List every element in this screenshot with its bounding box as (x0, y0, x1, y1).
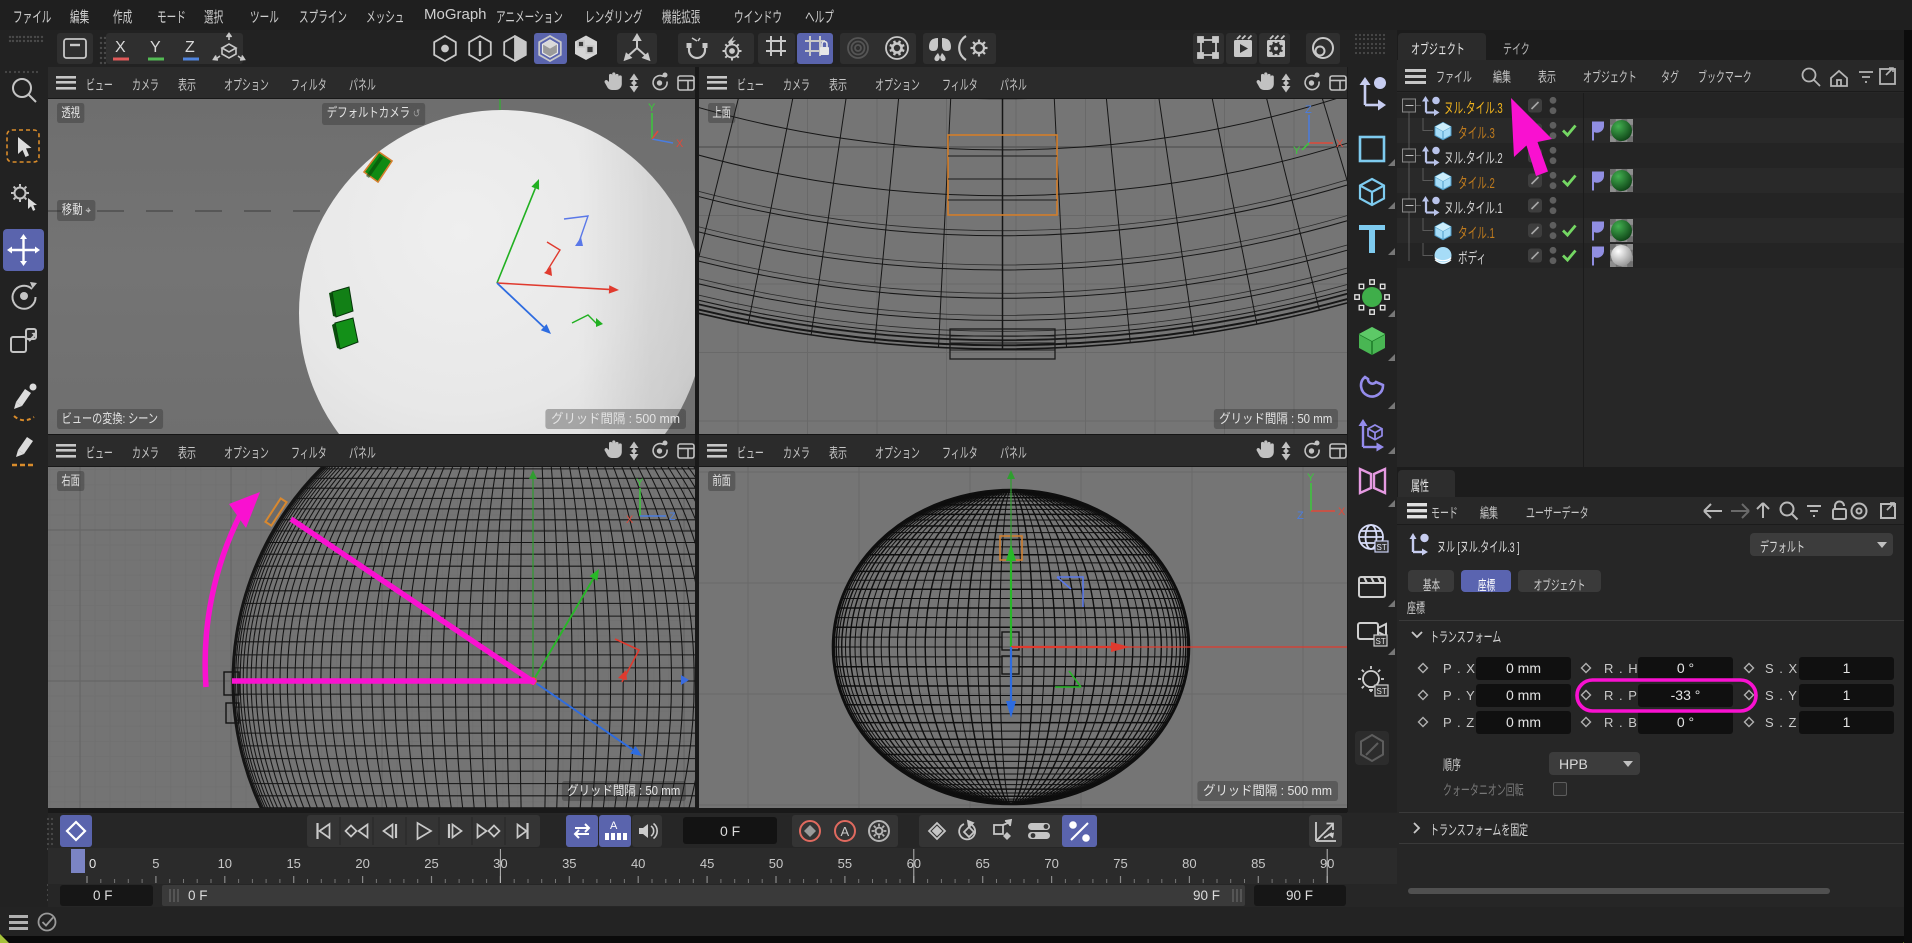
svg-text:90 F: 90 F (1193, 888, 1220, 903)
svg-text:Y: Y (648, 102, 656, 114)
svg-text:X: X (626, 514, 634, 526)
svg-text:80: 80 (1182, 856, 1196, 871)
svg-text:Y: Y (636, 477, 644, 489)
svg-text:55: 55 (838, 856, 852, 871)
svg-text:5: 5 (152, 856, 159, 871)
svg-text:Y: Y (1293, 145, 1301, 157)
svg-text:X: X (1338, 506, 1346, 518)
svg-text:Z: Z (669, 511, 676, 523)
svg-text:50: 50 (769, 856, 783, 871)
svg-text:ST: ST (1377, 687, 1387, 696)
svg-text:40: 40 (631, 856, 645, 871)
svg-text:60: 60 (907, 856, 921, 871)
svg-text:35: 35 (562, 856, 576, 871)
svg-text:A: A (841, 824, 850, 839)
svg-text:75: 75 (1113, 856, 1127, 871)
svg-text:85: 85 (1251, 856, 1265, 871)
svg-text:90 F: 90 F (1286, 888, 1313, 903)
svg-text:X: X (1336, 138, 1344, 150)
svg-text:X: X (676, 138, 684, 150)
svg-text:Y: Y (1307, 472, 1315, 484)
svg-text:0 F: 0 F (720, 823, 740, 839)
svg-text:0: 0 (89, 856, 96, 871)
svg-text:90: 90 (1320, 856, 1334, 871)
svg-text:20: 20 (355, 856, 369, 871)
svg-text:25: 25 (424, 856, 438, 871)
svg-text:65: 65 (975, 856, 989, 871)
svg-text:Z: Z (1305, 104, 1312, 116)
svg-text:15: 15 (286, 856, 300, 871)
svg-text:0 F: 0 F (188, 888, 208, 903)
svg-text:A: A (610, 820, 618, 832)
svg-text:Z: Z (1297, 510, 1304, 522)
svg-text:ST: ST (1376, 637, 1386, 646)
svg-text:70: 70 (1044, 856, 1058, 871)
svg-text:0 F: 0 F (93, 888, 113, 903)
svg-text:ST: ST (1377, 543, 1387, 552)
svg-text:30: 30 (493, 856, 507, 871)
svg-text:10: 10 (218, 856, 232, 871)
svg-text:45: 45 (700, 856, 714, 871)
